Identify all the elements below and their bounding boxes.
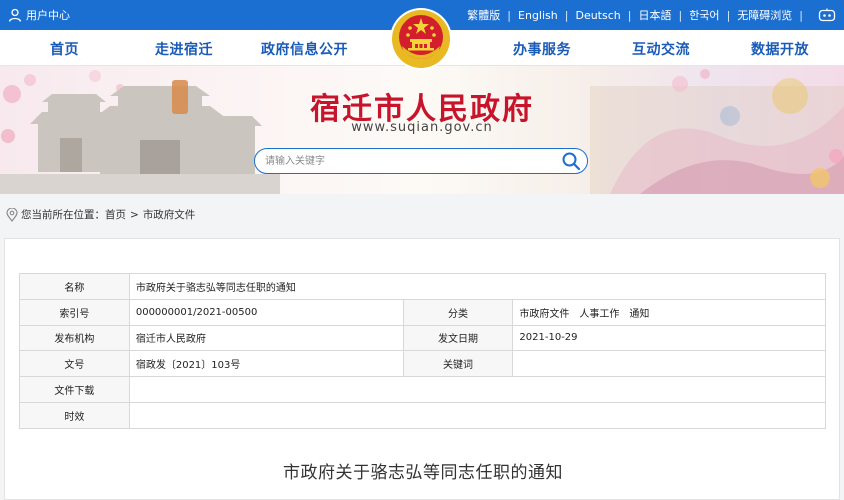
search-box xyxy=(254,148,588,174)
meta-label-date: 发文日期 xyxy=(402,324,514,352)
meta-label-index: 索引号 xyxy=(19,298,130,326)
document-panel: 名称 市政府关于骆志弘等同志任职的通知 索引号 000000001/2021-0… xyxy=(4,238,840,500)
header-banner: 宿迁市人民政府 www.suqian.gov.cn xyxy=(0,66,844,194)
document-title: 市政府关于骆志弘等同志任职的通知 xyxy=(283,463,563,483)
meta-label-docno: 文号 xyxy=(19,350,130,378)
nav-open-data[interactable]: 数据开放 xyxy=(751,39,809,59)
meta-value-keywords xyxy=(512,350,826,378)
lang-korean[interactable]: 한국어 xyxy=(689,7,719,23)
lang-deutsch[interactable]: Deutsch xyxy=(575,9,620,22)
meta-value-download[interactable] xyxy=(128,376,827,403)
breadcrumb: 您当前所在位置： 首页 > 市政府文件 xyxy=(6,207,195,222)
user-center-label: 用户中心 xyxy=(26,9,70,22)
meta-label-name: 名称 xyxy=(19,273,130,300)
table-row: 文号 宿政发〔2021〕103号 关键词 xyxy=(19,350,826,378)
table-row: 发布机构 宿迁市人民政府 发文日期 2021-10-29 xyxy=(19,324,826,352)
lang-japanese[interactable]: 日本語 xyxy=(638,7,671,23)
breadcrumb-separator: > xyxy=(130,208,139,221)
user-center-link[interactable]: 用户中心 xyxy=(8,7,70,23)
meta-value-date: 2021-10-29 xyxy=(512,324,826,352)
nav-about-suqian[interactable]: 走进宿迁 xyxy=(155,39,213,59)
national-emblem-icon[interactable] xyxy=(388,6,454,72)
table-row: 时效 xyxy=(19,401,827,429)
search-icon[interactable] xyxy=(561,151,581,171)
meta-label-validity: 时效 xyxy=(19,401,130,429)
meta-value-validity xyxy=(128,401,827,429)
location-pin-icon xyxy=(6,207,18,222)
search-input[interactable] xyxy=(265,153,555,169)
meta-value-name: 市政府关于骆志弘等同志任职的通知 xyxy=(128,273,827,300)
meta-value-docno: 宿政发〔2021〕103号 xyxy=(128,350,404,378)
divider: | xyxy=(799,8,803,22)
divider: | xyxy=(627,8,632,22)
nav-services[interactable]: 办事服务 xyxy=(513,39,571,59)
table-row: 文件下载 xyxy=(19,376,827,403)
meta-value-issuer: 宿迁市人民政府 xyxy=(128,324,404,352)
robot-assistant-icon[interactable] xyxy=(818,8,836,22)
meta-label-download: 文件下载 xyxy=(19,376,130,403)
divider: | xyxy=(507,8,512,22)
document-meta-table: 名称 市政府关于骆志弘等同志任职的通知 索引号 000000001/2021-0… xyxy=(19,273,827,429)
lang-english[interactable]: English xyxy=(518,9,558,22)
site-url: www.suqian.gov.cn xyxy=(351,120,493,135)
breadcrumb-current[interactable]: 市政府文件 xyxy=(143,207,196,222)
breadcrumb-home[interactable]: 首页 xyxy=(105,207,126,222)
breadcrumb-prefix: 您当前所在位置： xyxy=(21,209,105,221)
user-icon xyxy=(8,8,22,22)
nav-gov-info[interactable]: 政府信息公开 xyxy=(261,39,348,59)
meta-value-category: 市政府文件 人事工作 通知 xyxy=(512,298,826,326)
nav-interaction[interactable]: 互动交流 xyxy=(632,39,690,59)
meta-label-category: 分类 xyxy=(402,298,514,326)
divider: | xyxy=(564,8,569,22)
divider: | xyxy=(678,8,683,22)
meta-value-index: 000000001/2021-00500 xyxy=(128,298,404,326)
lang-traditional[interactable]: 繁體版 xyxy=(467,7,500,23)
table-row: 索引号 000000001/2021-00500 分类 市政府文件 人事工作 通… xyxy=(19,298,826,326)
meta-label-keywords: 关键词 xyxy=(402,350,514,378)
meta-label-issuer: 发布机构 xyxy=(19,324,130,352)
nav-home[interactable]: 首页 xyxy=(50,39,79,59)
lang-accessibility[interactable]: 无障碍浏览 xyxy=(737,7,792,23)
divider: | xyxy=(726,8,731,22)
language-links: 繁體版 | English | Deutsch | 日本語 | 한국어 | 无障碍浏览 | xyxy=(467,7,836,23)
table-row: 名称 市政府关于骆志弘等同志任职的通知 xyxy=(19,273,827,300)
